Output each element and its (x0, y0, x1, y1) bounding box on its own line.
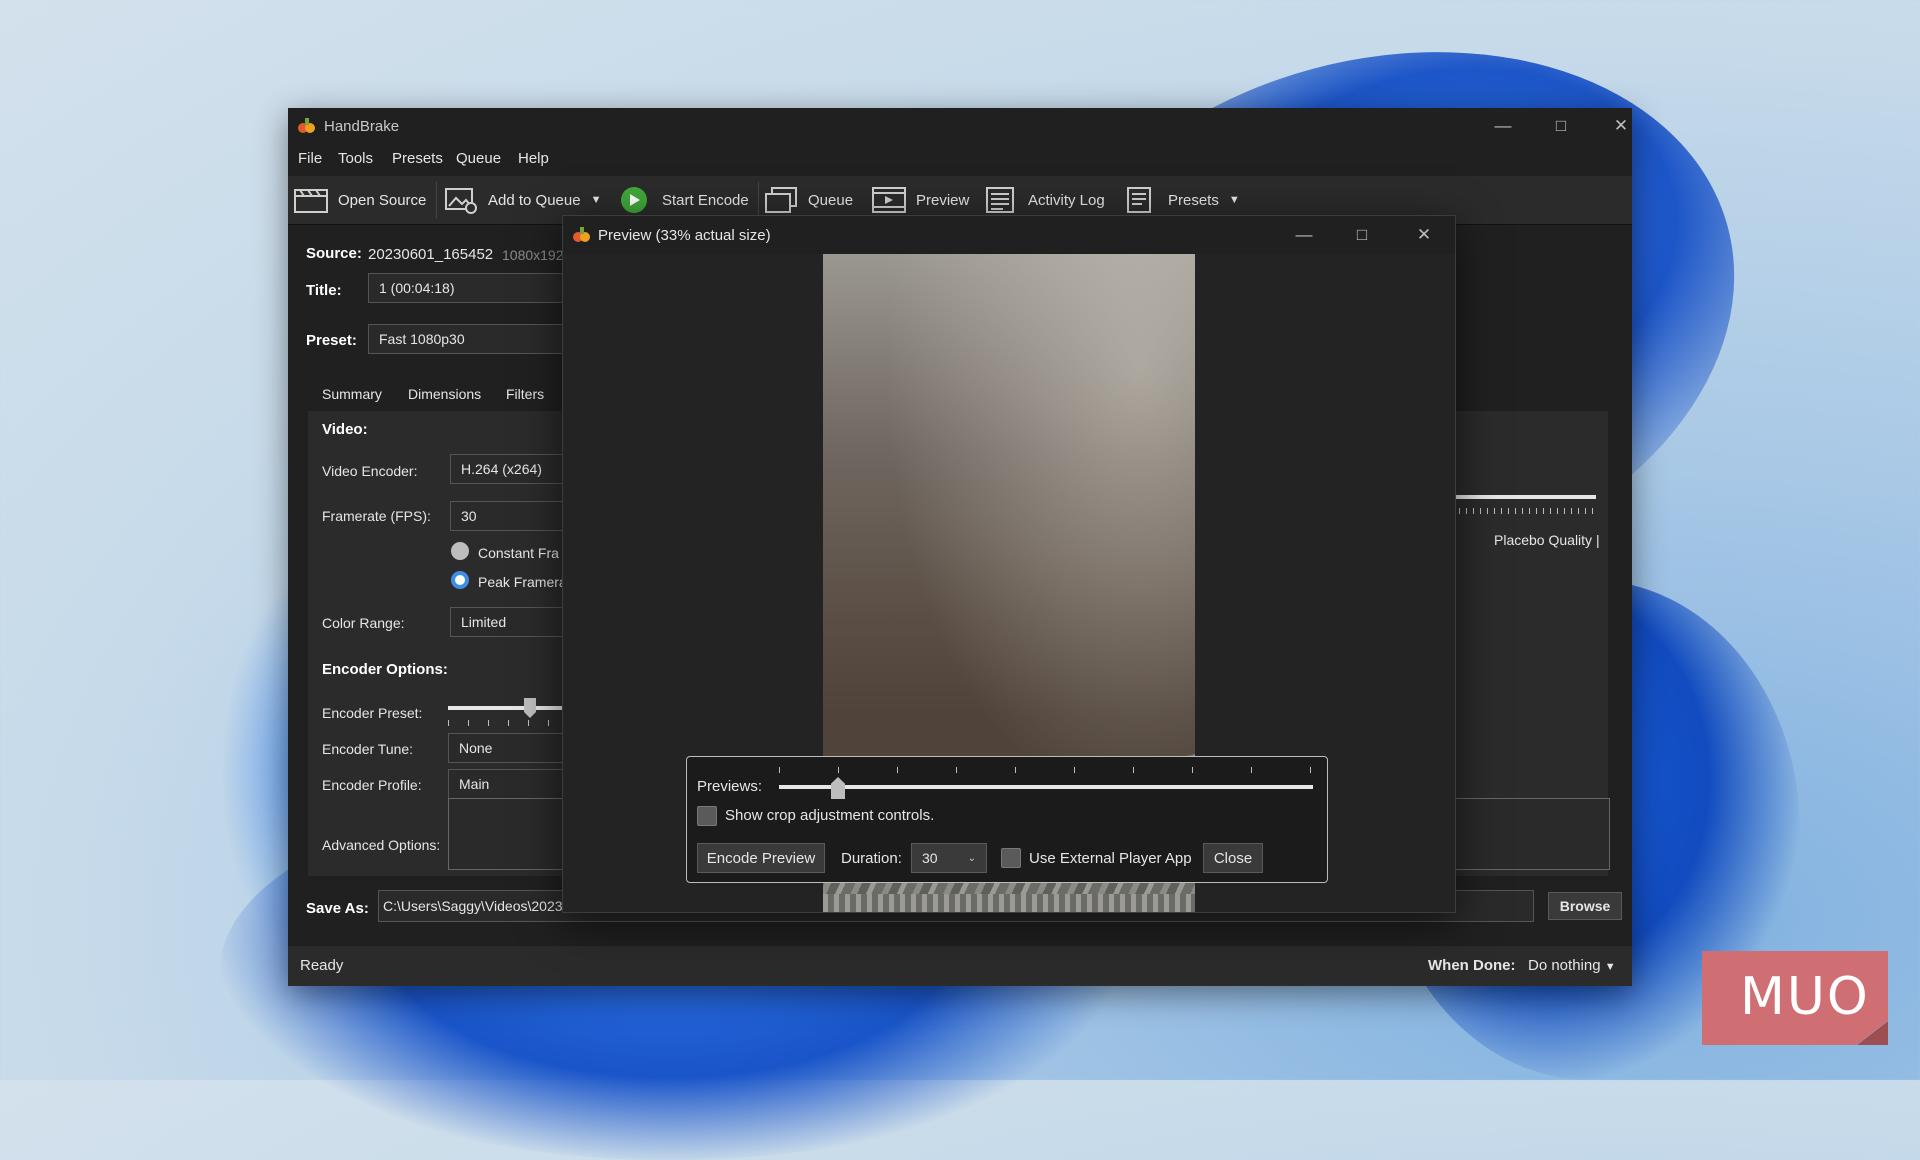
menu-bar: File Tools Presets Queue Help (288, 144, 1632, 174)
encode-preview-button[interactable]: Encode Preview (697, 843, 825, 873)
handbrake-app-icon (298, 118, 315, 133)
video-heading: Video: (322, 421, 368, 438)
title-bar: HandBrake — □ ✕ (288, 108, 1632, 144)
browse-button[interactable]: Browse (1548, 892, 1622, 920)
source-value: 20230601_165452 (368, 246, 494, 263)
title-dropdown[interactable]: 1 (00:04:18) (368, 273, 568, 303)
tab-filters[interactable]: Filters (506, 386, 544, 402)
muo-logo: MUO (1702, 951, 1888, 1045)
queue-button[interactable]: Queue (764, 184, 853, 216)
open-source-button[interactable]: Open Source (294, 184, 426, 216)
status-text: Ready (300, 957, 344, 974)
handbrake-app-icon (573, 227, 590, 242)
advanced-options-label: Advanced Options: (322, 837, 441, 853)
when-done-label: When Done: (1428, 957, 1516, 974)
menu-help[interactable]: Help (518, 150, 549, 167)
show-crop-checkbox[interactable] (697, 806, 717, 826)
encoder-preset-label: Encoder Preset: (322, 705, 423, 721)
preview-film-icon (872, 187, 906, 213)
activity-log-label: Activity Log (1028, 191, 1105, 209)
color-range-label: Color Range: (322, 615, 405, 631)
queue-icon (765, 187, 797, 213)
maximize-button[interactable]: □ (1538, 112, 1584, 140)
constant-framerate-label: Constant Fra (478, 545, 559, 561)
placebo-quality-label: Placebo Quality | (1494, 532, 1600, 548)
add-to-queue-button[interactable]: Add to Queue ▼ (444, 184, 601, 216)
preview-close-window-button[interactable]: ✕ (1401, 221, 1447, 249)
constant-framerate-radio[interactable] (451, 542, 469, 560)
window-title: HandBrake (324, 118, 400, 135)
preset-dropdown[interactable]: Fast 1080p30 (368, 324, 568, 354)
menu-file[interactable]: File (298, 150, 322, 167)
tab-summary[interactable]: Summary (322, 386, 382, 402)
presets-button[interactable]: Presets ▼ (1124, 184, 1240, 216)
start-encode-label: Start Encode (662, 191, 749, 209)
preview-button[interactable]: Preview (872, 184, 969, 216)
previews-label: Previews: (697, 778, 763, 795)
status-bar: Ready When Done: Do nothing ▼ (288, 946, 1632, 986)
previews-slider-thumb[interactable] (831, 777, 845, 799)
duration-dropdown[interactable]: 30 ⌄ (911, 843, 987, 873)
source-label: Source: (306, 245, 362, 262)
previews-slider[interactable] (779, 767, 1313, 803)
preset-label: Preset: (306, 332, 357, 349)
queue-label: Queue (808, 191, 854, 209)
save-as-label: Save As: (306, 900, 369, 917)
chevron-down-icon[interactable]: ▼ (591, 194, 602, 206)
video-encoder-label: Video Encoder: (322, 463, 418, 479)
title-label: Title: (306, 282, 342, 299)
close-button[interactable]: ✕ (1598, 112, 1644, 140)
chevron-down-icon[interactable]: ▼ (1229, 194, 1240, 206)
duration-value: 30 (922, 850, 938, 866)
when-done-dropdown[interactable]: Do nothing ▼ (1528, 957, 1616, 974)
menu-queue[interactable]: Queue (456, 150, 501, 167)
preview-controls-panel: Previews: Show crop adjustment controls.… (686, 756, 1328, 883)
film-clapper-icon (294, 189, 328, 213)
encoder-preset-thumb[interactable] (524, 698, 536, 718)
menu-tools[interactable]: Tools (338, 150, 373, 167)
presets-label: Presets (1168, 191, 1219, 209)
encoder-profile-label: Encoder Profile: (322, 777, 422, 793)
tab-dimensions[interactable]: Dimensions (408, 386, 481, 402)
activity-log-button[interactable]: Activity Log (984, 184, 1105, 216)
chevron-down-icon: ▼ (1604, 961, 1616, 973)
use-external-player-label: Use External Player App (1029, 850, 1192, 867)
show-crop-label: Show crop adjustment controls. (725, 807, 935, 824)
chevron-down-icon: ⌄ (967, 852, 976, 864)
preview-maximize-button[interactable]: □ (1339, 221, 1385, 249)
minimize-button[interactable]: — (1480, 112, 1526, 140)
quality-slider[interactable] (1452, 495, 1596, 519)
presets-icon (1127, 187, 1151, 213)
menu-presets[interactable]: Presets (392, 150, 443, 167)
preview-minimize-button[interactable]: — (1281, 221, 1327, 249)
activity-log-icon (986, 187, 1014, 213)
when-done-value: Do nothing (1528, 957, 1601, 974)
peak-framerate-radio[interactable] (451, 571, 469, 589)
source-resolution: 1080x192 (502, 247, 564, 263)
encoder-options-heading: Encoder Options: (322, 661, 448, 678)
start-encode-button[interactable]: Start Encode (618, 184, 749, 216)
use-external-player-checkbox[interactable] (1001, 848, 1021, 868)
encoder-tune-label: Encoder Tune: (322, 741, 414, 757)
preview-title: Preview (33% actual size) (598, 227, 771, 244)
add-image-icon (445, 188, 477, 214)
close-preview-button[interactable]: Close (1203, 843, 1263, 873)
open-source-label: Open Source (338, 191, 427, 209)
add-to-queue-label: Add to Queue (488, 191, 581, 209)
preview-title-bar: Preview (33% actual size) — □ ✕ (563, 216, 1455, 254)
peak-framerate-label: Peak Framera (478, 574, 567, 590)
framerate-label: Framerate (FPS): (322, 508, 431, 524)
duration-label: Duration: (841, 850, 902, 867)
muo-logo-text: MUO (1740, 967, 1870, 1027)
preview-label: Preview (916, 191, 970, 209)
play-icon (621, 187, 647, 213)
